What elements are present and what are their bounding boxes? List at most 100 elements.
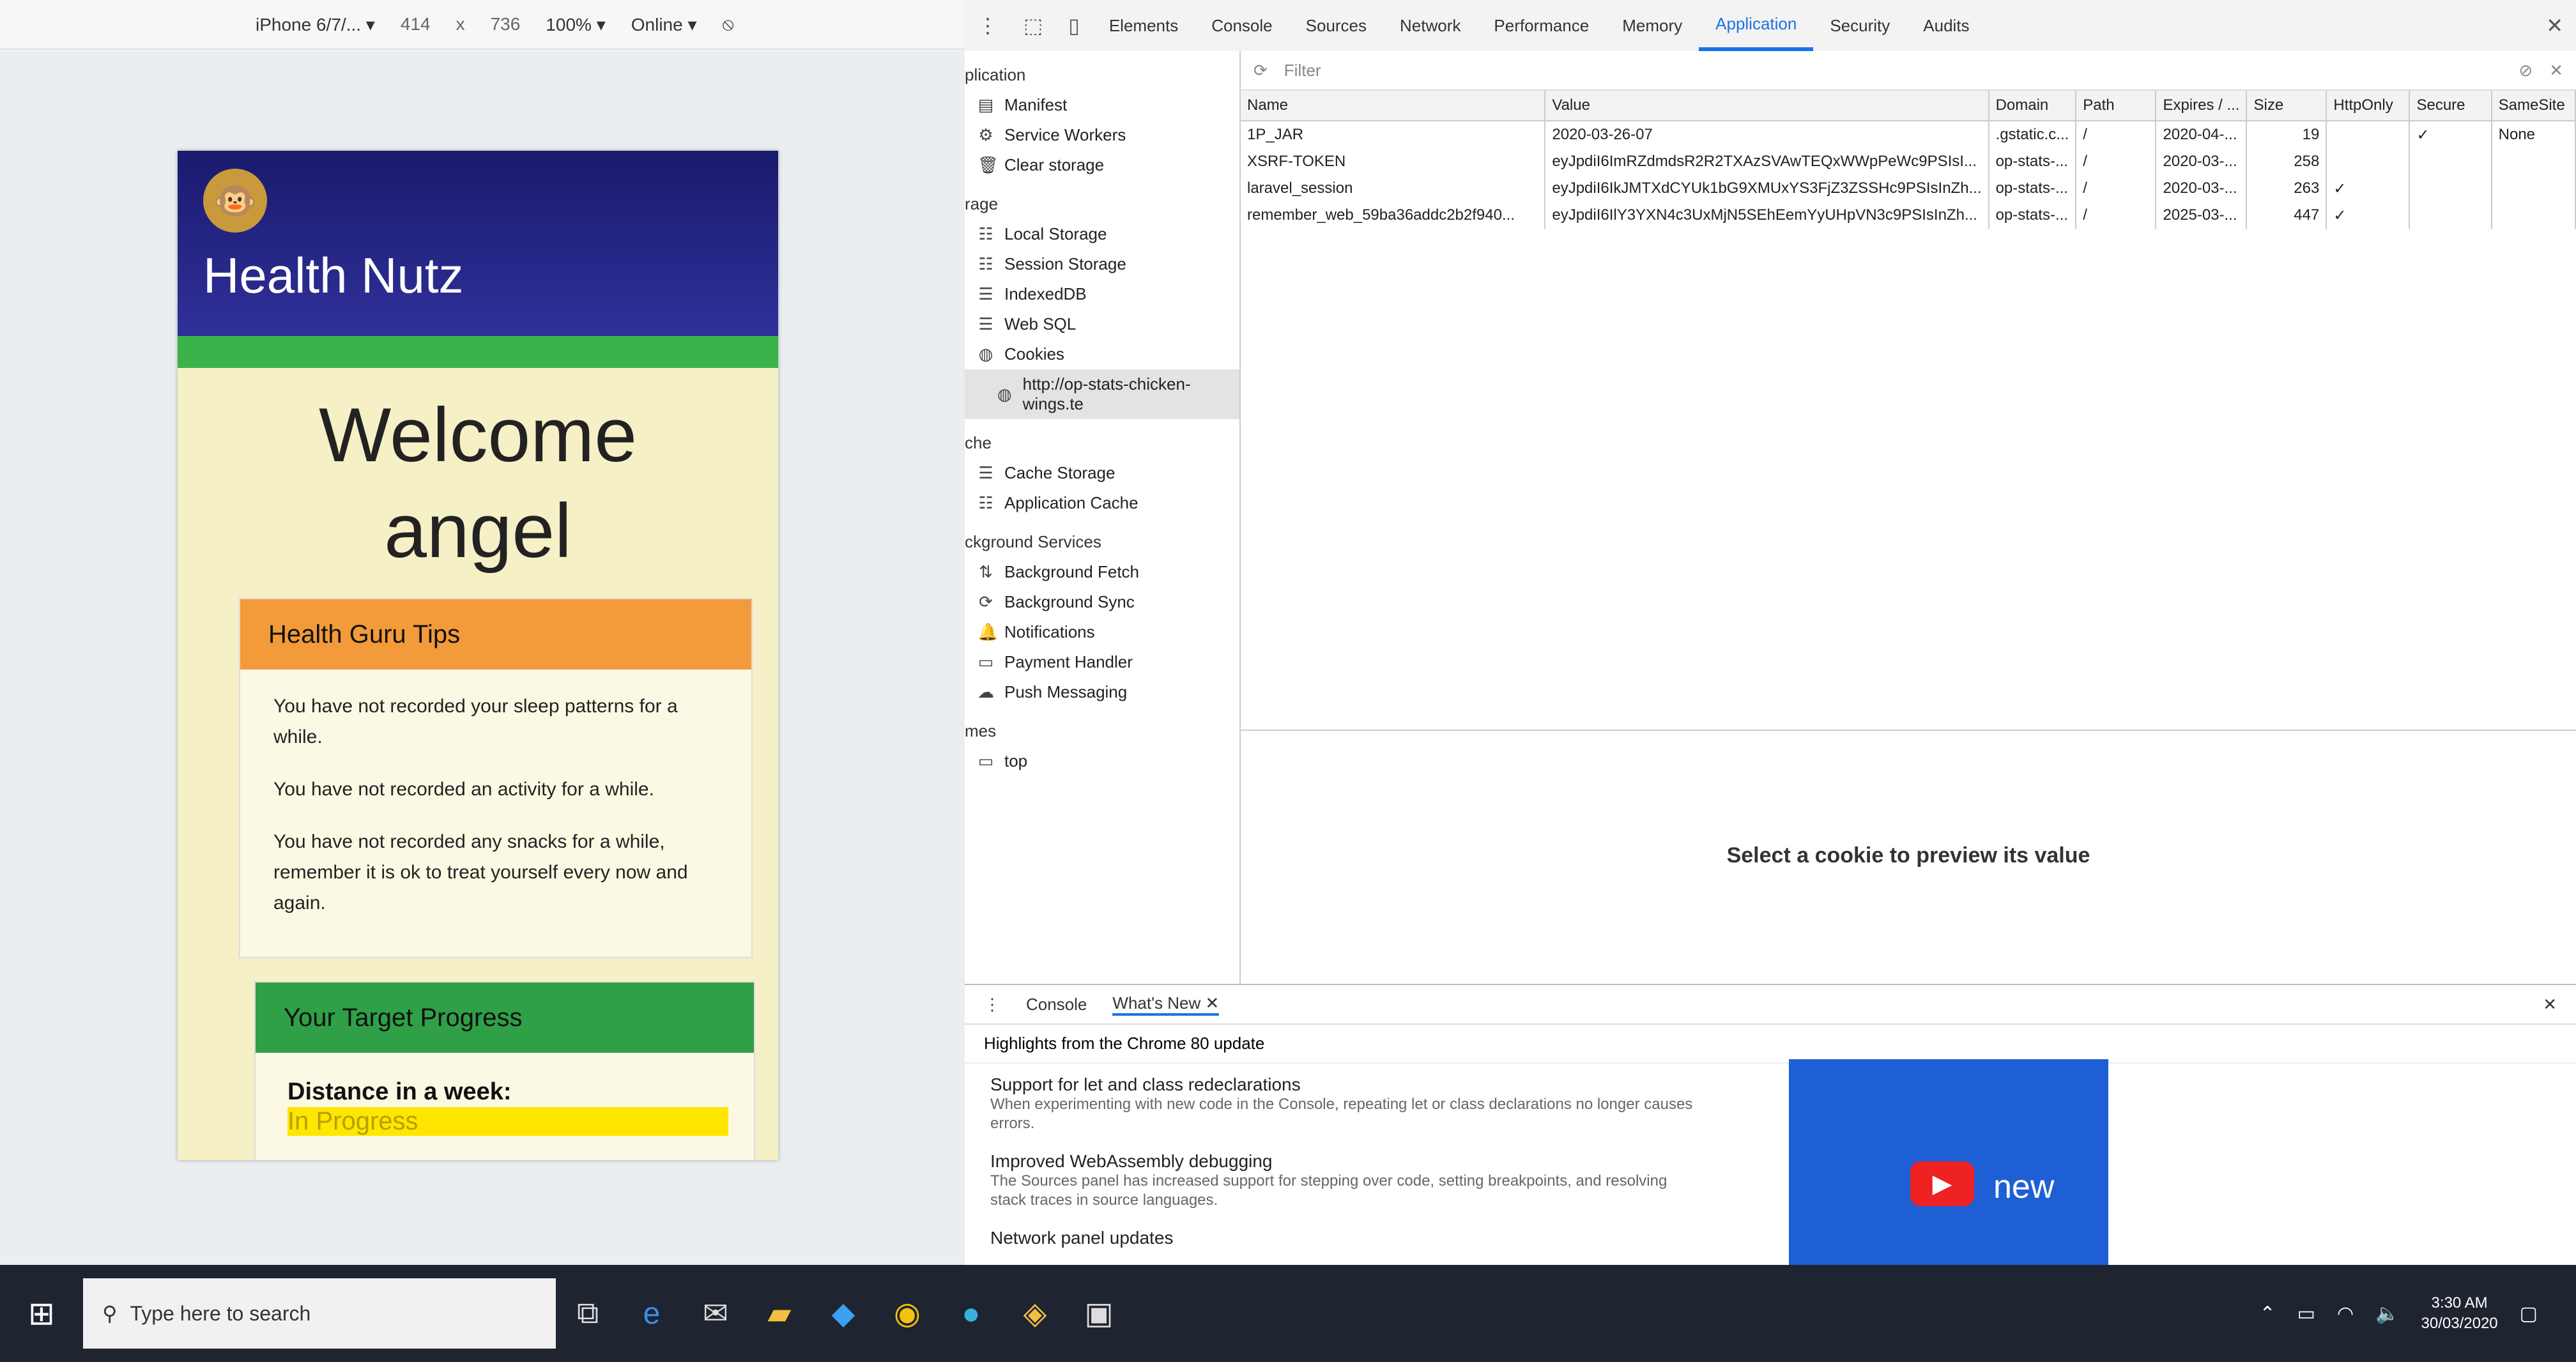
edge-icon[interactable]: e [620,1296,684,1331]
file-explorer-icon[interactable]: ▰ [747,1296,811,1331]
feature-let-class[interactable]: Support for let and class redeclarations… [990,1075,1706,1133]
taskbar-search[interactable]: ⚲ Type here to search [83,1278,556,1349]
col-domain[interactable]: Domain [1988,91,2077,121]
windows-start-icon[interactable]: ⊞ [0,1295,83,1332]
sidebar-item-application-cache[interactable]: ☷ Application Cache [965,488,1239,518]
search-icon: ⚲ [102,1302,118,1325]
notifications-icon[interactable]: ▢ [2520,1303,2538,1325]
header-strip [178,336,778,368]
sidebar-item-session-storage[interactable]: ☷ Session Storage [965,249,1239,279]
clear-all-icon[interactable]: ⊘ [2518,61,2533,80]
sidebar-item-background-sync[interactable]: ⟳ Background Sync [965,587,1239,617]
tab-sources[interactable]: Sources [1289,0,1383,51]
section-storage: rage [965,194,999,213]
table-row[interactable]: laravel_session eyJpdiI6IkJMTXdCYUk1bG9XM… [1241,175,2576,202]
feature-wasm-debugging[interactable]: Improved WebAssembly debugging The Sourc… [990,1151,1706,1210]
col-httponly[interactable]: HttpOnly [2326,91,2411,121]
col-name[interactable]: Name [1241,91,1546,121]
app-icon[interactable]: ● [939,1296,1003,1331]
database-icon: ☰ [978,314,993,333]
git-icon[interactable]: ◈ [1003,1296,1067,1331]
screen: iPhone 6/7/... ▾ 414 x 736 100% ▾ Online… [0,0,2576,1362]
sidebar-item-service-workers[interactable]: ⚙ Service Workers [965,120,1239,150]
grid-icon: ☷ [978,224,993,243]
emulated-viewport: 🐵 Health Nutz Welcome angel Health Guru … [0,51,965,1265]
cookies-table-wrap: Name Value Domain Path Expires / ... Siz… [1241,91,2576,731]
filter-input[interactable]: Filter [1284,61,2503,80]
device-select[interactable]: iPhone 6/7/... ▾ [256,14,375,35]
filter-bar: ⟳ Filter ⊘ ✕ [1241,51,2576,91]
progress-card: Your Target Progress Distance in a week:… [254,981,755,1160]
device-toggle-icon[interactable]: ▯ [1055,13,1092,38]
sidebar-item-payment-handler[interactable]: ▭ Payment Handler [965,647,1239,677]
tips-title: Health Guru Tips [240,599,751,670]
highlights-heading: Highlights from the Chrome 80 update [965,1025,2576,1064]
col-size[interactable]: Size [2246,91,2327,121]
times-label: x [456,14,465,34]
welcome-heading: Welcome angel [178,387,778,579]
chevron-up-icon[interactable]: ⌃ [2259,1303,2275,1325]
tab-performance[interactable]: Performance [1477,0,1606,51]
trash-icon: 🗑 [977,155,999,174]
sidebar-item-clear-storage[interactable]: 🗑 Clear storage [965,150,1239,180]
close-devtools-icon[interactable]: ✕ [2533,13,2576,38]
sidebar-item-indexeddb[interactable]: ☰ IndexedDB [965,279,1239,309]
database-icon: ☰ [978,463,993,482]
cookies-table: Name Value Domain Path Expires / ... Siz… [1241,91,2576,229]
col-samesite[interactable]: SameSite [2491,91,2576,121]
battery-icon[interactable]: ▭ [2297,1303,2315,1325]
wifi-icon[interactable]: ◠ [2337,1303,2354,1325]
sidebar-item-cache-storage[interactable]: ☰ Cache Storage [965,458,1239,488]
play-icon[interactable]: ▶ [1910,1161,1974,1206]
app-header: 🐵 Health Nutz [178,151,778,336]
table-row[interactable]: 1P_JAR 2020-03-26-07 .gstatic.c.../2020-04… [1241,121,2576,148]
table-row[interactable]: remember_web_59ba36addc2b2f940... eyJpdiI… [1241,202,2576,229]
refresh-icon[interactable]: ⟳ [1254,61,1268,80]
tab-elements[interactable]: Elements [1092,0,1195,51]
tab-memory[interactable]: Memory [1606,0,1699,51]
more-icon[interactable]: ⋮ [965,13,1011,38]
tab-application[interactable]: Application [1699,0,1814,51]
vscode-icon[interactable]: ◆ [811,1296,875,1331]
height-input[interactable]: 736 [491,14,521,34]
sidebar-item-cookies[interactable]: ◍ Cookies [965,339,1239,369]
feature-network-panel[interactable]: Network panel updates [990,1228,1173,1248]
sidebar-item-web-sql[interactable]: ☰ Web SQL [965,309,1239,339]
drawer-tab-console[interactable]: Console [1026,995,1087,1014]
clock[interactable]: 3:30 AM 30/03/2020 [2421,1293,2498,1334]
col-expires[interactable]: Expires / ... [2156,91,2248,121]
inspect-icon[interactable]: ⬚ [1011,13,1055,38]
terminal-icon[interactable]: ▣ [1067,1296,1131,1331]
sidebar-item-cookie-origin[interactable]: ◍ http://op-stats-chicken-wings.te [965,369,1239,419]
sidebar-item-manifest[interactable]: ▤ Manifest [965,90,1239,120]
mail-icon[interactable]: ✉ [684,1296,747,1331]
width-input[interactable]: 414 [401,14,431,34]
chrome-icon[interactable]: ◉ [875,1296,939,1331]
volume-icon[interactable]: 🔈 [2375,1303,2399,1325]
table-header-row: Name Value Domain Path Expires / ... Siz… [1241,91,2576,121]
tab-network[interactable]: Network [1383,0,1477,51]
tab-audits[interactable]: Audits [1906,0,1986,51]
task-view-icon[interactable]: ⧉ [556,1296,620,1331]
whats-new-video[interactable]: ▶ new [1789,1059,2108,1266]
col-value[interactable]: Value [1545,91,1989,121]
network-select[interactable]: Online ▾ [631,14,697,35]
close-drawer-icon[interactable]: ✕ [2543,995,2576,1014]
drawer-tab-whats-new[interactable]: What's New ✕ [1112,993,1220,1016]
sidebar-item-push-messaging[interactable]: ☁ Push Messaging [965,677,1239,707]
tab-security[interactable]: Security [1813,0,1906,51]
rotate-icon[interactable]: ⦸ [723,14,734,35]
sidebar-item-top-frame[interactable]: ▭ top [965,746,1239,776]
delete-selected-icon[interactable]: ✕ [2549,61,2576,80]
table-row[interactable]: XSRF-TOKEN eyJpdiI6ImRZdmdsR2R2TXAzSVAwTE… [1241,148,2576,175]
col-path[interactable]: Path [2076,91,2157,121]
sidebar-item-notifications[interactable]: 🔔 Notifications [965,617,1239,647]
sidebar-item-local-storage[interactable]: ☷ Local Storage [965,219,1239,249]
phone-frame: 🐵 Health Nutz Welcome angel Health Guru … [178,151,778,1160]
sidebar-item-background-fetch[interactable]: ⇅ Background Fetch [965,557,1239,587]
tab-console[interactable]: Console [1195,0,1289,51]
drawer-menu-icon[interactable]: ⋮ [984,995,1000,1014]
col-secure[interactable]: Secure [2409,91,2492,121]
cookies-panel: ⟳ Filter ⊘ ✕ Name Value Domain Path Expi… [1241,51,2576,984]
zoom-select[interactable]: 100% ▾ [546,14,605,35]
